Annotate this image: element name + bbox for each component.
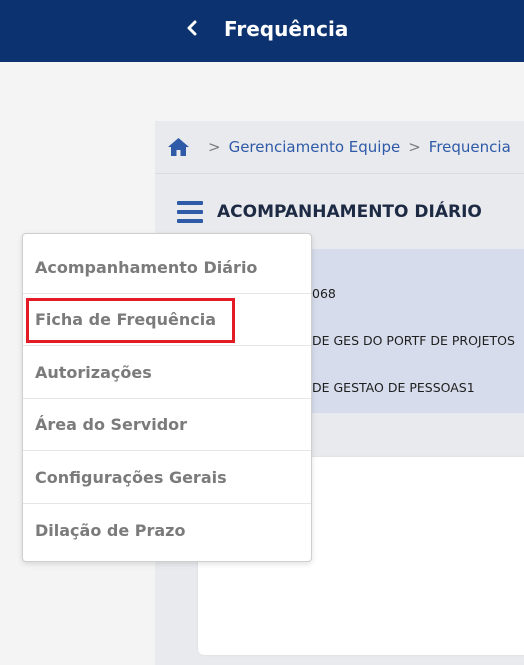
hamburger-icon[interactable]	[177, 200, 203, 223]
menu-item-dilacao-de-prazo[interactable]: Dilação de Prazo	[23, 504, 311, 556]
employee-unit-text: DE GES DO PORTF DE PROJETOS	[312, 333, 515, 348]
breadcrumb-gerenciamento-equipe[interactable]: Gerenciamento Equipe	[229, 138, 401, 156]
menu-item-acompanhamento-diario[interactable]: Acompanhamento Diário	[23, 242, 311, 294]
breadcrumb: > Gerenciamento Equipe > Frequencia	[155, 121, 524, 173]
page-title: ACOMPANHAMENTO DIÁRIO	[217, 201, 482, 222]
employee-department-text: DE GESTAO DE PESSOAS1	[312, 380, 475, 395]
menu-item-ficha-de-frequencia[interactable]: Ficha de Frequência	[23, 294, 311, 346]
breadcrumb-frequencia[interactable]: Frequencia	[429, 138, 511, 156]
top-app-bar: Frequência	[0, 0, 524, 62]
navigation-dropdown-menu: Acompanhamento Diário Ficha de Frequênci…	[22, 233, 312, 562]
home-icon[interactable]	[167, 137, 190, 157]
menu-item-configuracoes-gerais[interactable]: Configurações Gerais	[23, 452, 311, 504]
menu-item-autorizacoes[interactable]: Autorizações	[23, 347, 311, 399]
app-title: Frequência	[224, 17, 349, 41]
menu-item-area-do-servidor[interactable]: Área do Servidor	[23, 399, 311, 451]
breadcrumb-separator: >	[408, 138, 421, 156]
breadcrumb-separator: >	[208, 138, 221, 156]
employee-id-text: 068	[312, 286, 336, 301]
chevron-left-icon[interactable]	[183, 17, 201, 39]
